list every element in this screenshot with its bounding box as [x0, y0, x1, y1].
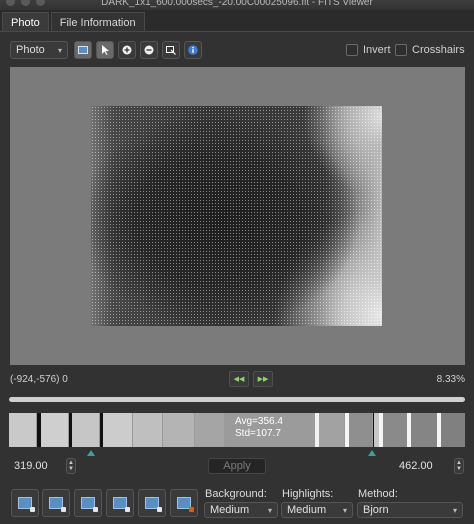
image-icon: [18, 497, 35, 512]
histogram-cell: [319, 413, 345, 447]
view-mode-select[interactable]: Photo ▾: [10, 41, 68, 59]
low-level-value: 319.00: [14, 460, 48, 472]
histogram-bar: [373, 413, 374, 447]
tab-bar: Photo File Information: [2, 12, 147, 32]
invert-checkbox[interactable]: Invert: [346, 44, 391, 56]
levels-row: 319.00 ▲ ▼ Apply 462.00 ▲ ▼: [0, 457, 474, 477]
invert-checkbox-box[interactable]: [346, 44, 358, 56]
method-label: Method:: [358, 488, 398, 500]
histogram-stats: Avg=356.4 Std=107.7: [235, 416, 283, 440]
zoom-in-icon[interactable]: [118, 41, 136, 59]
crosshairs-label: Crosshairs: [412, 44, 465, 56]
image-icon: [49, 497, 66, 512]
histogram-cell: [72, 413, 100, 447]
navigation-buttons: ◀◀ ▶▶: [229, 371, 273, 387]
highlights-label: Highlights:: [282, 488, 334, 500]
histogram[interactable]: Avg=356.4 Std=107.7: [9, 413, 465, 447]
method-select[interactable]: Bjorn ▾: [357, 502, 463, 518]
stretch-preset-1-button[interactable]: [11, 489, 39, 517]
pointer-icon[interactable]: [96, 41, 114, 59]
tab-photo[interactable]: Photo: [2, 12, 49, 32]
image-icon[interactable]: [74, 41, 92, 59]
arrow-down-icon[interactable]: ▼: [456, 466, 462, 472]
method-value: Bjorn: [363, 504, 389, 516]
next-image-icon[interactable]: ▶▶: [253, 371, 273, 387]
image-icon: [177, 497, 194, 512]
histogram-cell: [41, 413, 69, 447]
previous-image-icon[interactable]: ◀◀: [229, 371, 249, 387]
histogram-cell: [195, 413, 225, 447]
zoom-out-icon[interactable]: [140, 41, 158, 59]
histogram-cell: [9, 413, 37, 447]
chevron-down-icon: ▾: [57, 45, 62, 55]
highlights-select[interactable]: Medium ▾: [281, 502, 353, 518]
apply-button[interactable]: Apply: [208, 458, 266, 474]
title-bar: DARK_1x1_600.000secs_-20.00C00025096.fit…: [0, 0, 474, 10]
fit-icon[interactable]: [162, 41, 180, 59]
image-icon: [81, 497, 98, 512]
image-icon: [145, 497, 162, 512]
highlights-value: Medium: [287, 504, 327, 516]
viewer-toolbar: Photo ▾: [10, 40, 202, 60]
bottom-controls: Background: Medium ▾ Highlights: Medium …: [0, 486, 474, 524]
window-title: DARK_1x1_600.000secs_-20.00C00025096.fit…: [101, 0, 373, 8]
low-level-marker[interactable]: [87, 450, 95, 456]
histogram-bar: [383, 413, 407, 447]
invert-label: Invert: [363, 44, 391, 56]
stretch-preset-2-button[interactable]: [42, 489, 70, 517]
stretch-preset-4-button[interactable]: [106, 489, 134, 517]
image-icon: [113, 497, 130, 512]
histogram-bar: [411, 413, 437, 447]
std-value: Std=107.7: [235, 428, 281, 439]
chevron-down-icon: ▾: [342, 505, 347, 515]
stretch-preset-6-button[interactable]: [170, 489, 198, 517]
chevron-down-icon: ▾: [267, 505, 272, 515]
crosshairs-checkbox-box[interactable]: [395, 44, 407, 56]
info-icon[interactable]: [184, 41, 202, 59]
chevron-down-icon: ▾: [452, 505, 457, 515]
background-value: Medium: [210, 504, 250, 516]
histogram-cell: [163, 413, 195, 447]
tab-file-information[interactable]: File Information: [50, 12, 145, 32]
histogram-cell: [103, 413, 133, 447]
status-row: (-924,-576) 0 ◀◀ ▶▶ 8.33%: [10, 371, 465, 387]
low-level-stepper[interactable]: ▲ ▼: [66, 458, 76, 474]
cursor-coordinates: (-924,-576) 0: [10, 374, 68, 385]
stretch-preset-3-button[interactable]: [74, 489, 102, 517]
background-label: Background:: [205, 488, 267, 500]
crosshairs-checkbox[interactable]: Crosshairs: [395, 44, 465, 56]
high-level-value: 462.00: [399, 460, 433, 472]
average-value: Avg=356.4: [235, 416, 283, 427]
view-mode-value: Photo: [16, 44, 45, 56]
stretch-preset-5-button[interactable]: [138, 489, 166, 517]
high-level-marker[interactable]: [368, 450, 376, 456]
image-scroll-slider[interactable]: [9, 397, 465, 402]
zoom-level: 8.33%: [436, 374, 465, 385]
histogram-cell: [133, 413, 163, 447]
histogram-cell: [349, 413, 373, 447]
high-level-stepper[interactable]: ▲ ▼: [454, 458, 464, 474]
photo-panel: Photo ▾ Invert Crosshairs (-924,-576) 0 …: [0, 31, 474, 524]
fits-image[interactable]: [91, 106, 382, 326]
arrow-down-icon[interactable]: ▼: [68, 466, 74, 472]
background-select[interactable]: Medium ▾: [204, 502, 278, 518]
image-viewer[interactable]: [10, 67, 465, 365]
histogram-bar: [441, 413, 465, 447]
